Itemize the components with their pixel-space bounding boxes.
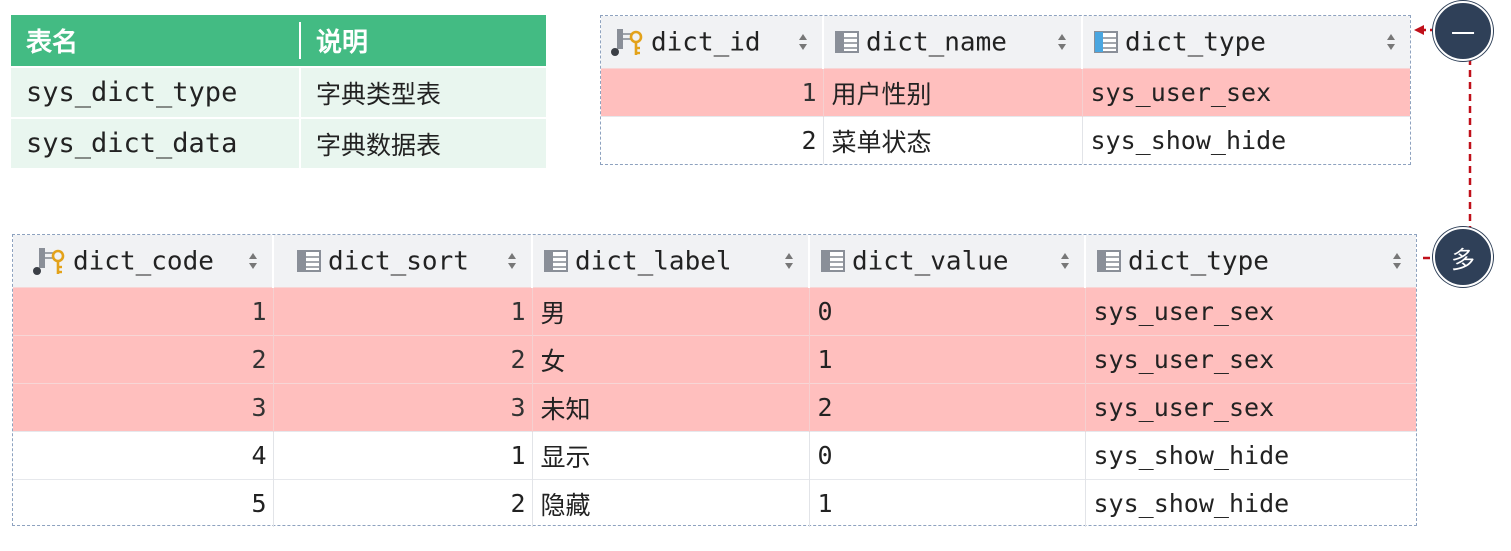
relation-many-badge: 多 <box>1433 227 1493 287</box>
arrow-head-icon <box>1414 25 1424 35</box>
relation-connector <box>1414 25 1472 260</box>
relation-one-badge: 一 <box>1433 1 1493 61</box>
